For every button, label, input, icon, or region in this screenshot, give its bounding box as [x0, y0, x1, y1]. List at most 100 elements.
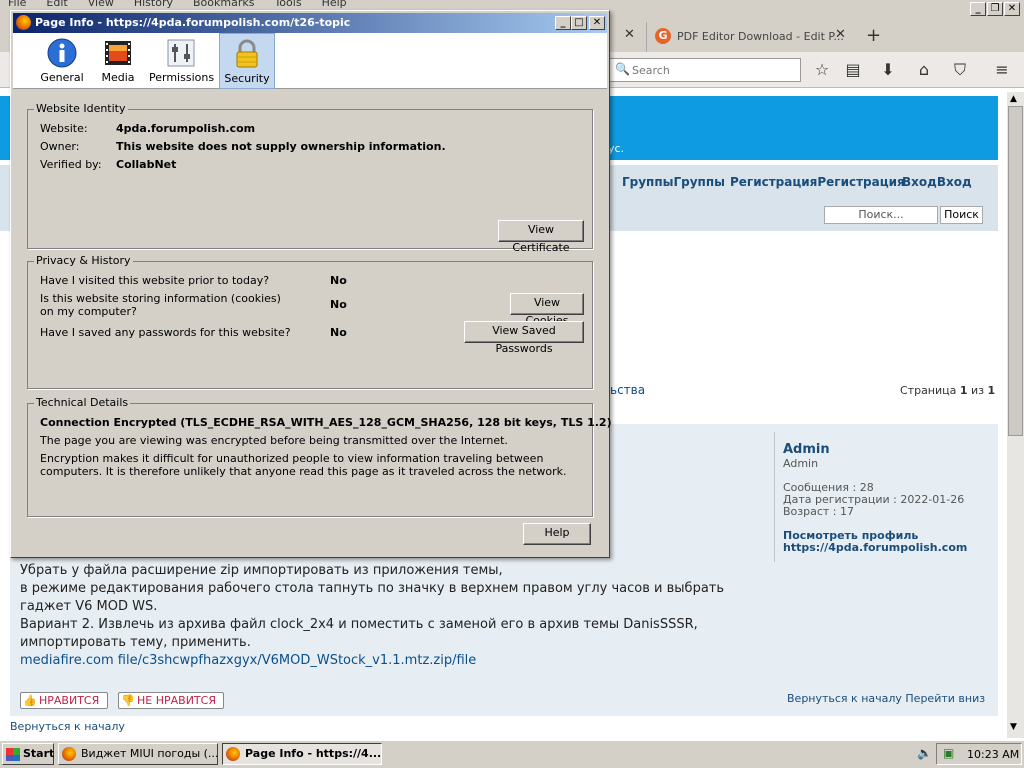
info-icon	[47, 38, 77, 68]
pagination: Страница 1 из 1	[900, 384, 995, 397]
thumbs-up-icon: 👍	[23, 694, 37, 707]
tab-close-icon[interactable]: ✕	[835, 27, 846, 42]
pagination-total[interactable]: 1	[988, 384, 996, 397]
firefox-logo-icon	[16, 15, 31, 30]
search-icon: 🔍	[615, 62, 630, 76]
post-author-name[interactable]: Admin	[783, 443, 967, 456]
tab-permissions[interactable]: Permissions	[149, 33, 215, 89]
tab-general-label: General	[40, 71, 84, 84]
system-tray: 🔈 ▣ 10:23 AM	[917, 743, 1022, 765]
view-cookies-button[interactable]: View Cookies	[510, 293, 584, 327]
menu-tools[interactable]: Tools	[274, 0, 301, 9]
new-tab-button[interactable]: +	[866, 25, 881, 46]
download-icon[interactable]: ⬇	[877, 60, 899, 80]
browser-close-button[interactable]: ✕	[1004, 2, 1020, 16]
tab-title: PDF Editor Download - Edit P...	[677, 30, 844, 43]
reading-list-icon[interactable]: ▤	[842, 60, 864, 80]
cookies-question: Is this website storing information (coo…	[40, 292, 281, 318]
dialog-close-button[interactable]: ✕	[589, 16, 605, 30]
scroll-down-arrow-icon[interactable]: ▼	[1010, 722, 1017, 732]
dialog-titlebar[interactable]: Page Info - https://4pda.forumpolish.com…	[13, 13, 607, 33]
nav-register-link[interactable]: РегистрацияРегистрация	[730, 175, 905, 189]
menu-bookmarks[interactable]: Bookmarks	[193, 0, 254, 9]
menu-file[interactable]: File	[8, 0, 26, 9]
network-icon[interactable]: ▣	[943, 746, 954, 760]
browser-minimize-button[interactable]: _	[970, 2, 986, 16]
go-down-link[interactable]: Перейти вниз	[905, 692, 985, 705]
dialog-maximize-button[interactable]: □	[571, 16, 587, 30]
taskbar-item-widget[interactable]: Виджет MIUI погоды (...	[58, 743, 218, 765]
permissions-icon	[167, 39, 195, 67]
website-identity-heading: Website Identity	[34, 102, 128, 115]
tab-security[interactable]: Security	[219, 33, 275, 89]
back-to-top-link[interactable]: Вернуться к началу	[787, 692, 902, 705]
thumbs-down-icon: 👎	[121, 694, 135, 707]
like-label: НРАВИТСЯ	[39, 694, 100, 707]
website-identity-group: Website Identity Website: 4pda.forumpoli…	[27, 102, 593, 254]
post-author-age: Возраст : 17	[783, 505, 855, 518]
search-placeholder: Search	[632, 64, 670, 77]
rules-link-fragment[interactable]: ьства	[610, 383, 645, 397]
pocket-icon[interactable]: ⛉	[949, 60, 971, 80]
encryption-line-2: Encryption makes it difficult for unauth…	[40, 452, 567, 478]
page-info-dialog: Page Info - https://4pda.forumpolish.com…	[10, 10, 612, 558]
post-line: гаджет V6 MOD WS.	[20, 599, 158, 614]
media-icon	[105, 41, 131, 65]
menu-hamburger-icon[interactable]: ≡	[991, 60, 1013, 80]
menu-history[interactable]: History	[134, 0, 173, 9]
tab-media[interactable]: Media	[93, 33, 143, 89]
help-button[interactable]: Help	[523, 523, 591, 545]
connection-encrypted-headline: Connection Encrypted (TLS_ECDHE_RSA_WITH…	[40, 416, 612, 429]
technical-details-heading: Technical Details	[34, 396, 131, 409]
page-scrollbar[interactable]: ▲ ▼	[1007, 92, 1024, 738]
footer-back-to-top-link[interactable]: Вернуться к началу	[10, 720, 125, 733]
browser-tab[interactable]: G PDF Editor Download - Edit P... ✕	[646, 22, 856, 52]
view-certificate-button[interactable]: View Certificate	[498, 220, 584, 254]
taskbar-item-page-info[interactable]: Page Info - https://4...	[222, 743, 382, 765]
dislike-label: НЕ НРАВИТСЯ	[137, 694, 216, 707]
technical-details-group: Technical Details Connection Encrypted (…	[27, 396, 612, 517]
menu-help[interactable]: Help	[322, 0, 347, 9]
mediafire-link[interactable]: mediafire.com file/c3shcwpfhazxgyx/V6MOD…	[20, 652, 760, 670]
taskbar-item-page-info-label: Page Info - https://4...	[245, 747, 382, 760]
firefox-icon	[62, 747, 76, 761]
post-author-rank: Admin	[783, 457, 819, 470]
browser-restore-button[interactable]: ❐	[987, 2, 1003, 16]
dialog-minimize-button[interactable]: _	[555, 16, 571, 30]
pagination-current[interactable]: 1	[960, 384, 968, 397]
forum-search-button[interactable]: Поиск	[940, 206, 983, 224]
dislike-button[interactable]: 👎 НЕ НРАВИТСЯ	[118, 692, 224, 709]
menu-view[interactable]: View	[88, 0, 114, 9]
lock-icon	[236, 39, 258, 68]
clock[interactable]: 10:23 AM	[967, 748, 1019, 761]
nav-groups-link[interactable]: ГруппыГруппы	[622, 175, 725, 189]
nav-login-link[interactable]: ВходВход	[902, 175, 972, 189]
home-icon[interactable]: ⌂	[913, 60, 935, 80]
scroll-up-arrow-icon[interactable]: ▲	[1010, 94, 1017, 104]
profile-url-link[interactable]: https://4pda.forumpolish.com	[783, 542, 967, 554]
view-saved-passwords-button[interactable]: View Saved Passwords	[464, 321, 584, 355]
cookies-answer: No	[330, 298, 347, 311]
like-button[interactable]: 👍 НРАВИТСЯ	[20, 692, 108, 709]
tab-security-label: Security	[224, 72, 270, 85]
tab-permissions-label: Permissions	[149, 71, 215, 84]
taskbar-item-widget-label: Виджет MIUI погоды (...	[81, 747, 218, 760]
encryption-line-1: The page you are viewing was encrypted b…	[40, 434, 508, 447]
forum-search-input[interactable]: Поиск...	[824, 206, 938, 224]
tab-general[interactable]: General	[37, 33, 87, 89]
website-label: Website:	[40, 122, 88, 135]
tab-close-icon[interactable]: ✕	[624, 27, 635, 42]
search-box[interactable]: 🔍 Search	[609, 58, 801, 82]
menu-edit[interactable]: Edit	[46, 0, 67, 9]
taskbar: Start Виджет MIUI погоды (... Page Info …	[0, 740, 1024, 768]
post-author-profile: Admin Admin Сообщения : 28 Дата регистра…	[783, 443, 967, 554]
volume-icon[interactable]: 🔈	[917, 746, 932, 760]
start-button[interactable]: Start	[2, 743, 54, 765]
owner-value: This website does not supply ownership i…	[116, 140, 446, 153]
passwords-question: Have I saved any passwords for this webs…	[40, 326, 291, 339]
scroll-thumb[interactable]	[1008, 106, 1023, 436]
bookmark-star-icon[interactable]: ☆	[811, 60, 833, 80]
post-line: импортировать тему, применить.	[20, 635, 251, 650]
post-line: Убрать у файла расширение zip импортиров…	[20, 563, 503, 578]
menubar-items: File Edit View History Bookmarks Tools H…	[8, 0, 347, 9]
